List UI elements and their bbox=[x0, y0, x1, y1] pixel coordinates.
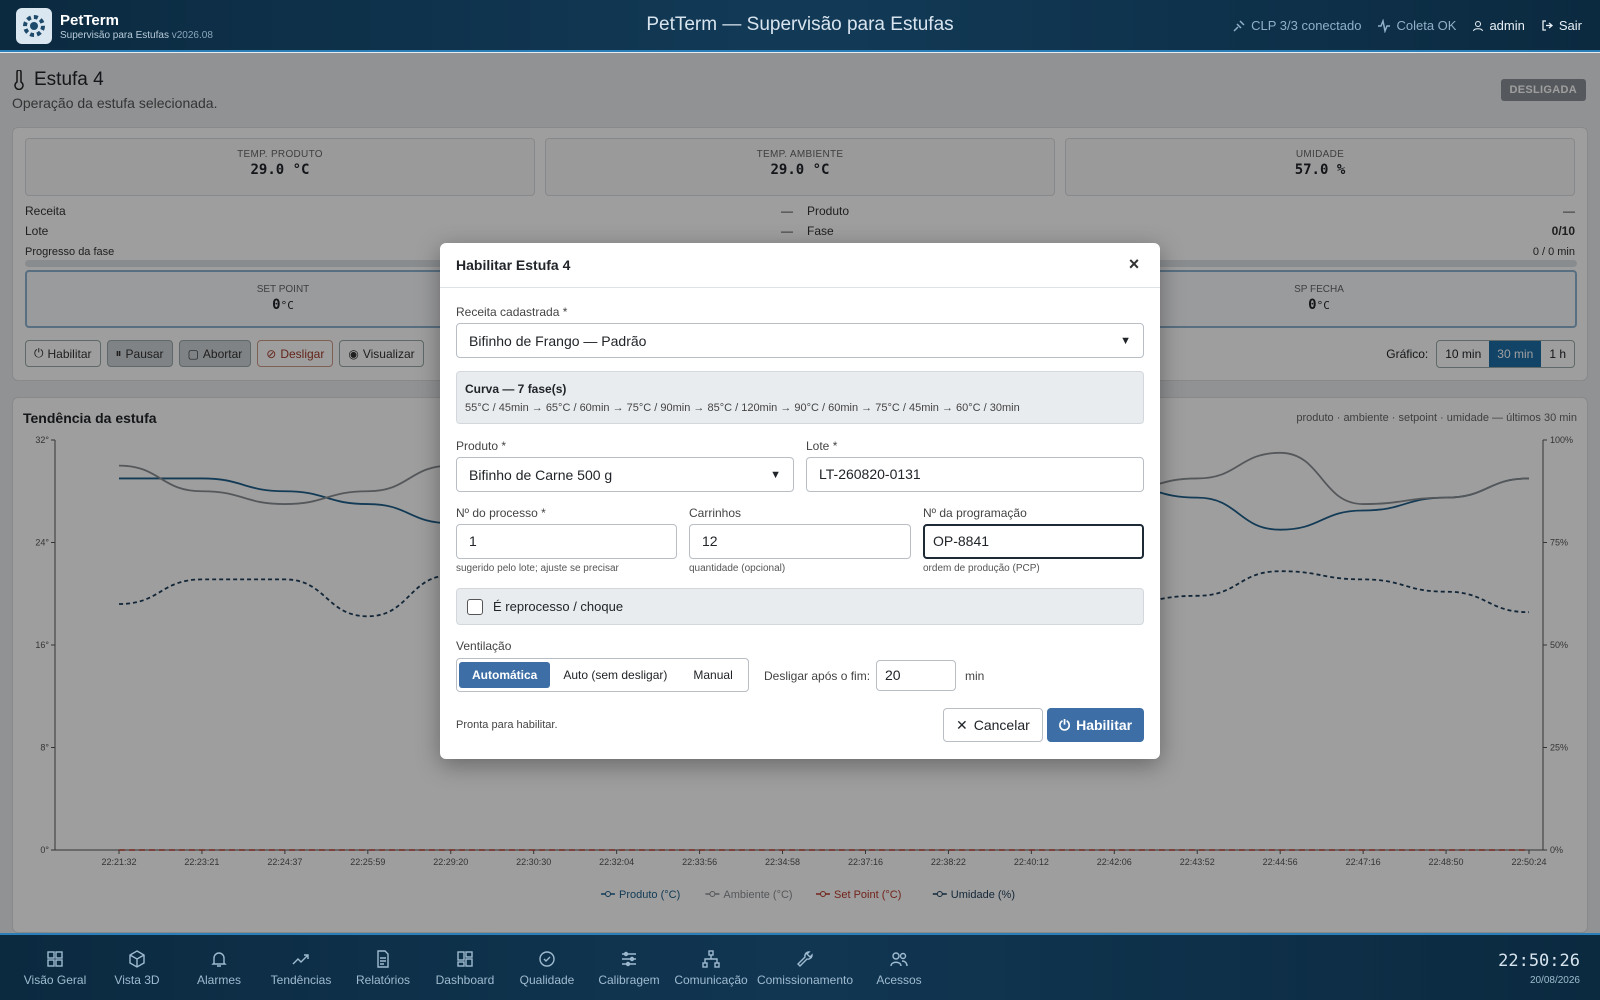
bell-icon bbox=[211, 952, 227, 967]
clock: 22:50:26 20/08/2026 bbox=[1498, 951, 1580, 986]
processo-input[interactable]: 1 bbox=[456, 524, 677, 559]
nav-alarmes[interactable]: Alarmes bbox=[178, 943, 260, 987]
top-bar: PetTerm Supervisão para Estufas v2026.08… bbox=[0, 0, 1600, 52]
grid-icon bbox=[47, 951, 63, 967]
user-icon bbox=[1473, 20, 1484, 31]
desligar-input[interactable]: 20 bbox=[876, 660, 956, 691]
bottom-nav-bar: Visão Geral Vista 3D Alarmes Tendências Rela… bbox=[0, 933, 1600, 1000]
users-icon bbox=[890, 952, 908, 967]
curve-summary: Curva — 7 fase(s) 55°C / 45min → 65°C / … bbox=[456, 371, 1144, 424]
wrench-icon bbox=[797, 951, 813, 967]
chevron-down-icon: ▼ bbox=[1120, 334, 1131, 347]
power-icon: ⏻ bbox=[1059, 716, 1071, 733]
check-circle-icon bbox=[539, 951, 555, 967]
nav-label: Dashboard bbox=[435, 973, 495, 987]
receita-select[interactable]: Bifinho de Frango — Padrão ▼ bbox=[456, 323, 1144, 358]
carrinhos-hint: quantidade (opcional) bbox=[689, 563, 786, 574]
habilitar-modal: Habilitar Estufa 4 × Receita cadastrada … bbox=[440, 243, 1160, 759]
user-menu[interactable]: admin bbox=[1472, 18, 1525, 33]
nav-vista-3d[interactable]: Vista 3D bbox=[96, 943, 178, 987]
nav-relatorios[interactable]: Relatórios bbox=[342, 943, 424, 987]
network-icon bbox=[702, 950, 720, 968]
programacao-hint: ordem de produção (PCP) bbox=[923, 563, 1040, 574]
nav-dashboard[interactable]: Dashboard bbox=[424, 943, 506, 987]
produto-field-label: Produto * bbox=[456, 439, 507, 453]
lote-field-label: Lote * bbox=[806, 439, 838, 453]
curve-title: Curva — 7 fase(s) bbox=[465, 382, 567, 396]
nav-label: Relatórios bbox=[355, 973, 411, 987]
chevron-down-icon: ▼ bbox=[770, 468, 781, 481]
curve-steps: 55°C / 45min → 65°C / 60min → 75°C / 90m… bbox=[465, 402, 1020, 414]
nav-label: Alarmes bbox=[196, 973, 241, 987]
nav-label: Comissionamento bbox=[756, 973, 854, 987]
logout-button[interactable]: Sair bbox=[1541, 18, 1582, 33]
nav-label: Calibragem bbox=[598, 973, 660, 987]
close-icon[interactable]: × bbox=[1124, 255, 1144, 275]
reprocesso-checkbox-row[interactable]: É reprocesso / choque bbox=[456, 588, 1144, 625]
habilitar-button[interactable]: ⏻ Habilitar bbox=[1047, 708, 1145, 742]
carrinhos-input[interactable]: 12 bbox=[689, 524, 911, 559]
nav-visao-geral[interactable]: Visão Geral bbox=[14, 943, 96, 987]
programacao-input[interactable]: OP-8841 bbox=[923, 524, 1144, 559]
vent-auto-sem-desligar[interactable]: Auto (sem desligar) bbox=[550, 662, 680, 688]
nav-acessos[interactable]: Acessos bbox=[858, 943, 940, 987]
nav-comissionamento[interactable]: Comissionamento bbox=[752, 943, 858, 987]
dashboard-icon bbox=[457, 951, 473, 967]
nav-calibragem[interactable]: Calibragem bbox=[588, 943, 670, 987]
receita-field-label: Receita cadastrada * bbox=[456, 305, 568, 319]
nav-label: Visão Geral bbox=[23, 973, 87, 987]
nav-comunicacao[interactable]: Comunicação bbox=[670, 943, 752, 987]
carrinhos-field-label: Carrinhos bbox=[689, 506, 742, 520]
ventilacao-label: Ventilação bbox=[456, 639, 512, 653]
desligar-unit: min bbox=[965, 669, 985, 683]
bottom-nav: Visão Geral Vista 3D Alarmes Tendências Rela… bbox=[14, 943, 940, 987]
programacao-field-label: Nº da programação bbox=[923, 506, 1027, 520]
processo-field-label: Nº do processo * bbox=[456, 506, 546, 520]
vent-manual[interactable]: Manual bbox=[680, 662, 745, 688]
activity-icon bbox=[1378, 18, 1391, 33]
nav-label: Acessos bbox=[876, 973, 922, 987]
lote-input[interactable]: LT-260820-0131 bbox=[806, 457, 1144, 492]
nav-label: Vista 3D bbox=[114, 973, 160, 987]
clock-time: 22:50:26 bbox=[1498, 951, 1580, 971]
vent-automatica[interactable]: Automática bbox=[459, 662, 551, 688]
logout-icon bbox=[1542, 20, 1553, 31]
nav-qualidade[interactable]: Qualidade bbox=[506, 943, 588, 987]
produto-select[interactable]: Bifinho de Carne 500 g ▼ bbox=[456, 457, 794, 492]
clp-status: CLP 3/3 conectado bbox=[1232, 18, 1361, 33]
clock-date: 20/08/2026 bbox=[1529, 975, 1580, 986]
modal-title: Habilitar Estufa 4 bbox=[456, 257, 571, 273]
plug-icon bbox=[1233, 19, 1245, 32]
processo-hint: sugerido pelo lote; ajuste se precisar bbox=[456, 563, 619, 574]
close-icon: ✕ bbox=[956, 716, 968, 733]
cube-icon bbox=[129, 950, 145, 968]
reprocesso-label: É reprocesso / choque bbox=[493, 599, 624, 614]
modal-status-text: Pronta para habilitar. bbox=[456, 719, 558, 731]
status-area: CLP 3/3 conectado Coleta OK admin Sair bbox=[1232, 18, 1582, 33]
document-icon bbox=[377, 950, 389, 968]
coleta-status: Coleta OK bbox=[1377, 18, 1456, 33]
modal-header: Habilitar Estufa 4 × bbox=[440, 243, 1160, 288]
reprocesso-checkbox[interactable] bbox=[467, 598, 483, 615]
cancel-button[interactable]: ✕ Cancelar bbox=[943, 708, 1043, 742]
nav-label: Comunicação bbox=[674, 973, 748, 987]
nav-label: Qualidade bbox=[519, 973, 575, 987]
desligar-label: Desligar após o fim: bbox=[764, 669, 871, 683]
nav-label: Tendências bbox=[270, 973, 332, 987]
nav-tendencias[interactable]: Tendências bbox=[260, 943, 342, 987]
ventilacao-toggle: Automática Auto (sem desligar) Manual bbox=[456, 658, 749, 692]
trend-icon bbox=[292, 954, 309, 965]
sliders-icon bbox=[622, 951, 636, 967]
